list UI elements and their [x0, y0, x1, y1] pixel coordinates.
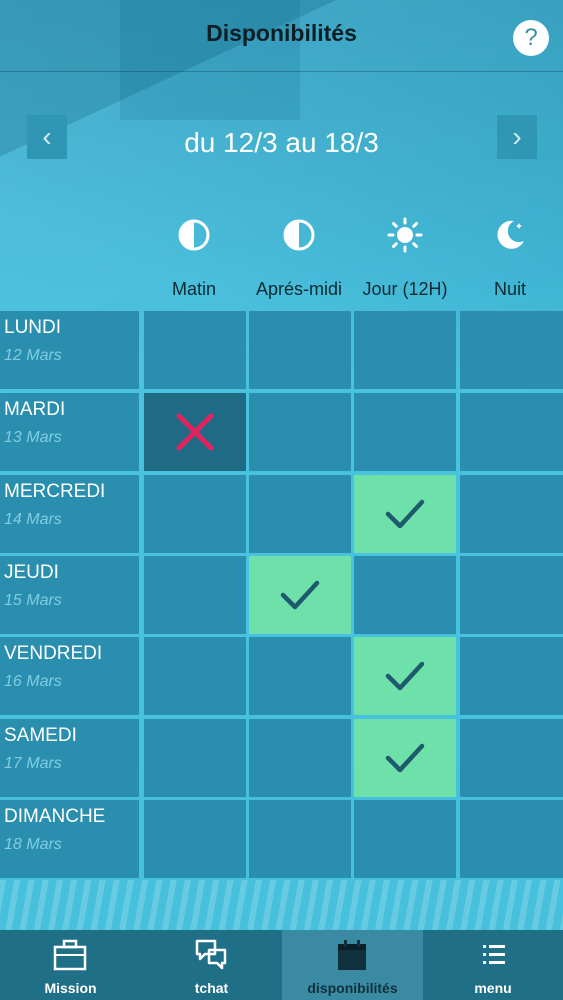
cross-icon [176, 413, 214, 451]
slot-matin[interactable] [144, 556, 246, 634]
help-button[interactable]: ? [513, 20, 549, 56]
day-row: DIMANCHE 18 Mars [0, 800, 563, 878]
slot-jour[interactable] [354, 719, 456, 797]
day-name: DIMANCHE [4, 806, 106, 827]
check-icon [385, 661, 425, 691]
slot-jour[interactable] [354, 800, 456, 878]
column-label: Jour (12H) [362, 279, 448, 299]
slot-matin[interactable] [144, 719, 246, 797]
day-date: 12 Mars [4, 347, 62, 364]
day-date: 18 Mars [4, 836, 62, 853]
slot-jour[interactable] [354, 475, 456, 553]
day-name: MERCREDI [4, 481, 106, 502]
slot-jour[interactable] [354, 556, 456, 634]
column-header-apres-midi: Aprés-midi [246, 215, 352, 300]
tab-mission[interactable]: Mission [0, 930, 141, 1000]
tab-label: disponibilités [307, 980, 398, 996]
slot-nuit[interactable] [460, 556, 563, 634]
day-cell: SAMEDI 17 Mars [0, 719, 139, 797]
day-date: 17 Mars [4, 755, 62, 772]
day-cell: MERCREDI 14 Mars [0, 475, 139, 553]
day-row: LUNDI 12 Mars [0, 311, 563, 389]
slot-nuit[interactable] [460, 719, 563, 797]
week-navigator: ‹ du 12/3 au 18/3 › [0, 115, 563, 159]
bottom-tab-bar: Mission tchat disponibilités menu [0, 930, 563, 1000]
slot-matin[interactable] [144, 311, 246, 389]
day-name: MARDI [4, 399, 66, 420]
column-label: Matin [171, 279, 216, 299]
column-header-matin: Matin [141, 215, 247, 300]
day-row: MERCREDI 14 Mars [0, 475, 563, 553]
day-date: 14 Mars [4, 511, 62, 528]
slot-matin[interactable] [144, 475, 246, 553]
day-row: MARDI 13 Mars [0, 393, 563, 471]
day-cell: VENDREDI 16 Mars [0, 637, 139, 715]
slot-apres-midi[interactable] [249, 393, 351, 471]
column-label: Nuit [493, 279, 526, 299]
check-icon [280, 580, 320, 610]
slot-nuit[interactable] [460, 800, 563, 878]
slot-apres-midi[interactable] [249, 556, 351, 634]
page-title: Disponibilités [206, 20, 357, 46]
column-header-jour: Jour (12H) [352, 215, 458, 300]
briefcase-icon [53, 939, 87, 971]
header: Disponibilités ? [0, 0, 563, 72]
slot-matin[interactable] [144, 800, 246, 878]
slot-apres-midi[interactable] [249, 637, 351, 715]
background-shape [0, 880, 563, 930]
tab-label: tchat [194, 980, 229, 996]
tab-menu[interactable]: menu [423, 930, 563, 1000]
slot-apres-midi[interactable] [249, 800, 351, 878]
tab-disponibilites[interactable]: disponibilités [282, 930, 423, 1000]
day-row: VENDREDI 16 Mars [0, 637, 563, 715]
day-cell: DIMANCHE 18 Mars [0, 800, 139, 878]
chat-icon [195, 939, 227, 970]
slot-apres-midi[interactable] [249, 311, 351, 389]
week-range-label: du 12/3 au 18/3 [184, 127, 379, 158]
half-circle-icon [178, 219, 210, 251]
slot-apres-midi[interactable] [249, 719, 351, 797]
day-name: JEUDI [4, 562, 59, 583]
sun-icon [387, 217, 423, 253]
day-row: SAMEDI 17 Mars [0, 719, 563, 797]
day-row: JEUDI 15 Mars [0, 556, 563, 634]
slot-jour[interactable] [354, 393, 456, 471]
tab-label: menu [474, 980, 512, 996]
tab-label: Mission [44, 980, 97, 996]
day-name: LUNDI [4, 317, 62, 338]
next-week-button[interactable]: › [497, 115, 537, 159]
slot-nuit[interactable] [460, 637, 563, 715]
slot-nuit[interactable] [460, 393, 563, 471]
calendar-icon [338, 940, 366, 970]
day-name: SAMEDI [4, 725, 77, 746]
slot-matin[interactable] [144, 637, 246, 715]
day-cell: JEUDI 15 Mars [0, 556, 139, 634]
day-name: VENDREDI [4, 643, 103, 664]
day-cell: MARDI 13 Mars [0, 393, 139, 471]
tab-tchat[interactable]: tchat [141, 930, 282, 1000]
day-date: 15 Mars [4, 592, 62, 609]
list-icon [483, 945, 505, 964]
slot-matin[interactable] [144, 393, 246, 471]
check-icon [385, 499, 425, 529]
day-cell: LUNDI 12 Mars [0, 311, 139, 389]
day-date: 13 Mars [4, 429, 62, 446]
slot-nuit[interactable] [460, 475, 563, 553]
half-circle-icon [283, 219, 315, 251]
column-label: Aprés-midi [255, 279, 343, 299]
slot-apres-midi[interactable] [249, 475, 351, 553]
slot-jour[interactable] [354, 311, 456, 389]
check-icon [385, 743, 425, 773]
slot-jour[interactable] [354, 637, 456, 715]
slot-nuit[interactable] [460, 311, 563, 389]
moon-icon [497, 220, 524, 249]
column-header-nuit: Nuit [457, 215, 563, 300]
day-date: 16 Mars [4, 673, 62, 690]
